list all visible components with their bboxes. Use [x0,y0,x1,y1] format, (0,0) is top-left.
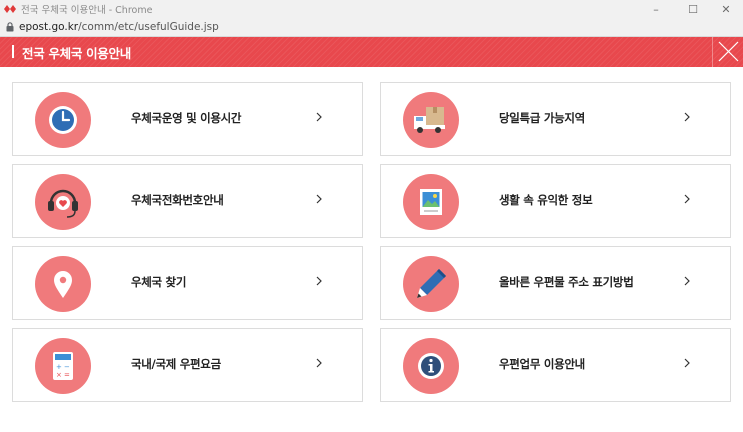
chevron-right-icon [316,358,322,368]
delivery-truck-icon [403,92,459,148]
browser-title-bar: 전국 우체국 이용안내 - Chrome – ☐ ✕ [0,0,743,18]
card-label: 당일특급 가능지역 [499,111,585,125]
window-title: 전국 우체국 이용안내 - Chrome [21,5,153,16]
chevron-right-icon [316,112,322,122]
chevron-right-icon [684,358,690,368]
minimize-button[interactable]: – [639,0,673,18]
card-phone-directory[interactable]: 우체국전화번호안내 [12,164,363,238]
card-label: 우체국 찾기 [131,275,187,289]
address-bar[interactable]: epost.go.kr/comm/etc/usefulGuide.jsp [0,18,743,37]
header-accent-bar [12,45,14,58]
calculator-icon: + − × = [35,338,91,394]
card-postage-rates[interactable]: + − × = 국내/국제 우편요금 [12,328,363,402]
chevron-right-icon [684,194,690,204]
svg-text:−: − [64,363,70,371]
chevron-right-icon [316,194,322,204]
svg-text:+: + [56,363,62,371]
page-title: 전국 우체국 이용안내 [22,46,131,61]
card-same-day-delivery[interactable]: 당일특급 가능지역 [380,82,731,156]
chevron-right-icon [684,276,690,286]
card-label: 국내/국제 우편요금 [131,357,221,371]
card-label: 올바른 우편물 주소 표기방법 [499,275,634,289]
url-text[interactable]: epost.go.kr/comm/etc/usefulGuide.jsp [19,21,219,33]
page-header: 전국 우체국 이용안내 [0,37,743,67]
card-find-post-office[interactable]: 우체국 찾기 [12,246,363,320]
card-address-format[interactable]: 올바른 우편물 주소 표기방법 [380,246,731,320]
pencil-icon [403,256,459,312]
svg-text:=: = [64,371,70,379]
picture-frame-icon [403,174,459,230]
card-label: 우편업무 이용안내 [499,357,585,371]
maximize-button[interactable]: ☐ [676,0,710,18]
card-label: 우체국전화번호안내 [131,193,224,207]
card-post-office-hours[interactable]: 우체국운영 및 이용시간 [12,82,363,156]
card-useful-info[interactable]: 생활 속 유익한 정보 [380,164,731,238]
lock-icon [6,22,14,32]
card-label: 우체국운영 및 이용시간 [131,111,242,125]
chevron-right-icon [684,112,690,122]
url-host: epost.go.kr [19,21,79,33]
map-pin-icon [35,256,91,312]
info-icon [403,338,459,394]
card-label: 생활 속 유익한 정보 [499,193,593,207]
epost-logo-icon [4,5,16,13]
card-postal-service-guide[interactable]: 우편업무 이용안내 [380,328,731,402]
svg-text:×: × [56,371,62,379]
chevron-right-icon [316,276,322,286]
clock-icon [35,92,91,148]
close-window-button[interactable]: ✕ [709,0,743,18]
close-icon[interactable] [712,37,743,67]
headset-icon [35,174,91,230]
url-path: /comm/etc/usefulGuide.jsp [78,21,219,33]
